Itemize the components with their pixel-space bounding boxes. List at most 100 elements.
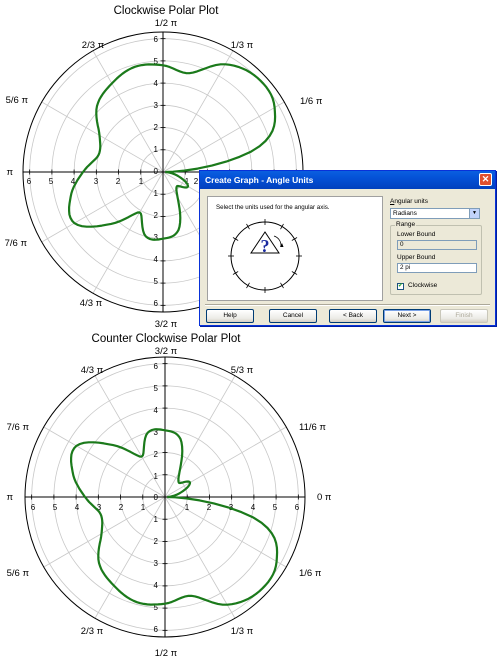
angle-label-11-6-pi: 11/6 π	[299, 422, 326, 433]
angle-label-1-2-pi: 1/2 π	[155, 18, 178, 29]
tick-down-5: 5	[154, 277, 159, 286]
chart-title: Counter Clockwise Polar Plot	[92, 333, 242, 345]
tick-up-5: 5	[154, 384, 159, 393]
chart-title: Clockwise Polar Plot	[114, 5, 220, 17]
cancel-button[interactable]: Cancel	[269, 309, 317, 323]
angular-units-select[interactable]: Radians ▼	[390, 208, 480, 219]
angle-label-1-6-pi: 1/6 π	[300, 96, 323, 107]
angle-label-5-6-pi: 5/6 π	[6, 95, 29, 106]
preview-tick	[280, 282, 284, 289]
tick-left-5: 5	[53, 503, 58, 512]
angle-preview-diagram: ?	[228, 219, 302, 293]
tick-left-3: 3	[94, 177, 99, 186]
angle-label-1-3-pi: 1/3 π	[231, 40, 254, 51]
lower-bound-field[interactable]: 0	[397, 240, 477, 250]
angle-units-dialog: Create Graph - Angle Units ✕ Select the …	[199, 170, 496, 326]
angle-label-1-3-pi: 1/3 π	[231, 626, 254, 637]
angle-label-3-2-pi: 3/2 π	[155, 319, 178, 330]
angle-label-1-2-pi: 1/2 π	[155, 648, 178, 659]
angle-label-pi: π	[6, 167, 13, 178]
dialog-title: Create Graph - Angle Units	[205, 175, 314, 185]
tick-left-4: 4	[75, 503, 80, 512]
chevron-down-icon[interactable]: ▼	[469, 209, 479, 218]
preview-tick	[246, 282, 250, 289]
tick-left-6: 6	[31, 503, 36, 512]
preview-tick	[291, 271, 298, 275]
grid-spoke	[164, 426, 287, 498]
footer-divider	[205, 304, 490, 306]
angle-label-4-3-pi: 4/3 π	[80, 298, 103, 309]
angular-units-label: Angular units	[390, 198, 428, 205]
preview-panel: Select the units used for the angular ax…	[207, 196, 383, 301]
counter-clockwise-polar-plot: Counter Clockwise Polar Plot 3/2 π 4/3 π…	[6, 333, 332, 659]
angle-label-5-3-pi: 5/3 π	[231, 365, 254, 376]
back-button[interactable]: < Back	[329, 309, 377, 323]
tick-up-2: 2	[154, 450, 159, 459]
angle-label-2-3-pi: 2/3 π	[82, 40, 105, 51]
upper-bound-label: Upper Bound	[397, 254, 436, 261]
angle-label-0-pi: 0 π	[317, 492, 332, 503]
tick-left-5: 5	[49, 177, 54, 186]
grid-spoke	[43, 426, 166, 498]
tick-down-2: 2	[154, 537, 159, 546]
angle-label-2-3-pi: 2/3 π	[81, 626, 104, 637]
grid-spoke	[164, 375, 236, 498]
tick-up-1: 1	[154, 472, 159, 481]
tick-right-4: 4	[251, 503, 256, 512]
tick-left-1: 1	[141, 503, 146, 512]
upper-bound-field[interactable]: 2 pi	[397, 263, 477, 273]
tick-down-2: 2	[154, 211, 159, 220]
grid-spoke	[92, 171, 164, 294]
angle-label-4-3-pi: 4/3 π	[81, 365, 104, 376]
preview-ticks	[228, 219, 302, 293]
preview-tick	[291, 237, 298, 241]
tick-down-1: 1	[154, 189, 159, 198]
tick-left-1: 1	[139, 177, 144, 186]
preview-tick	[232, 237, 239, 241]
tick-right-1: 1	[185, 503, 190, 512]
tick-down-6: 6	[154, 625, 159, 634]
tick-up-4: 4	[154, 79, 159, 88]
tick-right-5: 5	[273, 503, 278, 512]
tick-down-4: 4	[154, 581, 159, 590]
finish-button[interactable]: Finish	[440, 309, 488, 323]
grid-spoke	[43, 496, 166, 568]
preview-tick	[232, 271, 239, 275]
grid-spoke	[41, 171, 164, 243]
tick-left-2: 2	[116, 177, 121, 186]
polar-grid	[24, 356, 306, 638]
clockwise-label: Clockwise	[408, 282, 438, 289]
tick-down-6: 6	[154, 299, 159, 308]
help-button[interactable]: Help	[206, 309, 254, 323]
angle-label-3-2-pi: 3/2 π	[155, 346, 178, 357]
range-group: Range Lower Bound 0 Upper Bound 2 pi ✔ C…	[390, 221, 482, 295]
tick-down-3: 3	[154, 559, 159, 568]
lower-bound-label: Lower Bound	[397, 231, 436, 238]
svg-text:?: ?	[261, 236, 270, 256]
tick-down-1: 1	[154, 515, 159, 524]
tick-left-2: 2	[119, 503, 124, 512]
angular-units-value: Radians	[393, 210, 417, 217]
tick-up-0: 0	[154, 167, 159, 176]
preview-tick	[246, 223, 250, 230]
tick-down-4: 4	[154, 255, 159, 264]
angle-label-7-6-pi: 7/6 π	[7, 422, 30, 433]
tick-up-4: 4	[154, 406, 159, 415]
clockwise-checkbox[interactable]: ✔	[397, 283, 404, 290]
angle-label-7-6-pi: 7/6 π	[5, 238, 28, 249]
angle-label-5-6-pi: 5/6 π	[7, 568, 30, 579]
tick-right-2: 2	[207, 503, 212, 512]
preview-tick	[280, 223, 284, 230]
question-mark-icon: ?	[250, 231, 284, 256]
next-button[interactable]: Next >	[383, 309, 431, 323]
angle-label-1-6-pi: 1/6 π	[299, 568, 322, 579]
angle-label-pi: π	[6, 492, 13, 503]
tick-up-6: 6	[154, 35, 159, 44]
close-icon[interactable]: ✕	[479, 173, 492, 186]
dialog-title-bar[interactable]: Create Graph - Angle Units ✕	[200, 171, 495, 189]
tick-right-6: 6	[295, 503, 300, 512]
tick-up-3: 3	[154, 101, 159, 110]
tick-up-6: 6	[154, 362, 159, 371]
tick-up-0: 0	[154, 493, 159, 502]
range-label: Range	[395, 221, 417, 228]
